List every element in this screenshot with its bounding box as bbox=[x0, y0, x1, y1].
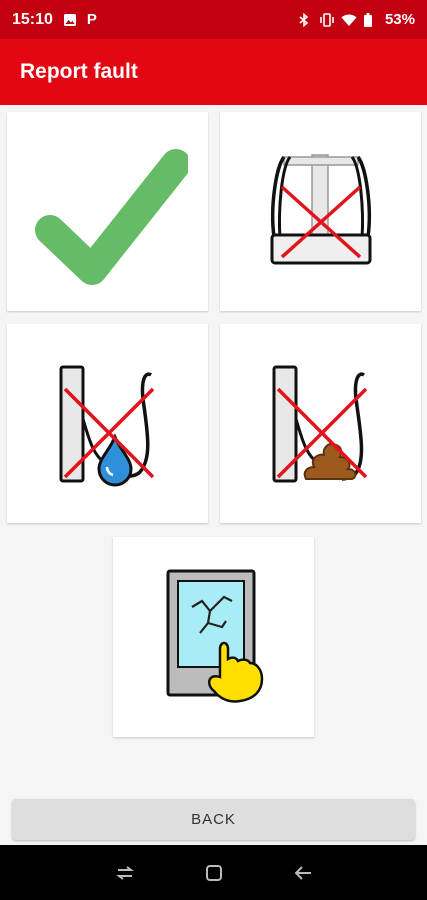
back-button[interactable]: BACK bbox=[12, 799, 415, 840]
app-bar: Report fault bbox=[0, 39, 427, 105]
bluetooth-icon bbox=[297, 12, 311, 27]
home-icon[interactable] bbox=[202, 861, 226, 885]
battery-percent: 53% bbox=[384, 11, 415, 28]
tile-screen-broken[interactable] bbox=[113, 537, 314, 737]
tile-urine[interactable] bbox=[7, 324, 208, 523]
battery-icon bbox=[363, 12, 377, 27]
tile-ok[interactable] bbox=[7, 112, 208, 311]
checkmark-icon bbox=[34, 148, 188, 285]
status-time: 15:10 bbox=[12, 10, 53, 28]
wifi-icon bbox=[341, 13, 357, 27]
recents-icon[interactable] bbox=[113, 861, 137, 885]
system-nav-bar bbox=[0, 845, 427, 900]
tile-feces[interactable] bbox=[220, 324, 421, 523]
image-icon bbox=[63, 13, 77, 27]
paper-holder-crossed-icon bbox=[270, 153, 371, 264]
broken-touchscreen-icon bbox=[166, 569, 263, 703]
back-arrow-icon[interactable] bbox=[291, 861, 315, 885]
status-bar: 15:10 P 53% bbox=[0, 0, 427, 39]
back-button-label: BACK bbox=[191, 811, 236, 828]
urinal-water-crossed-icon bbox=[59, 365, 154, 486]
parking-icon: P bbox=[86, 11, 97, 28]
page-title: Report fault bbox=[20, 60, 138, 83]
vibrate-icon bbox=[319, 12, 334, 27]
tile-paper-missing[interactable] bbox=[220, 112, 421, 311]
urinal-poop-crossed-icon bbox=[272, 365, 367, 482]
